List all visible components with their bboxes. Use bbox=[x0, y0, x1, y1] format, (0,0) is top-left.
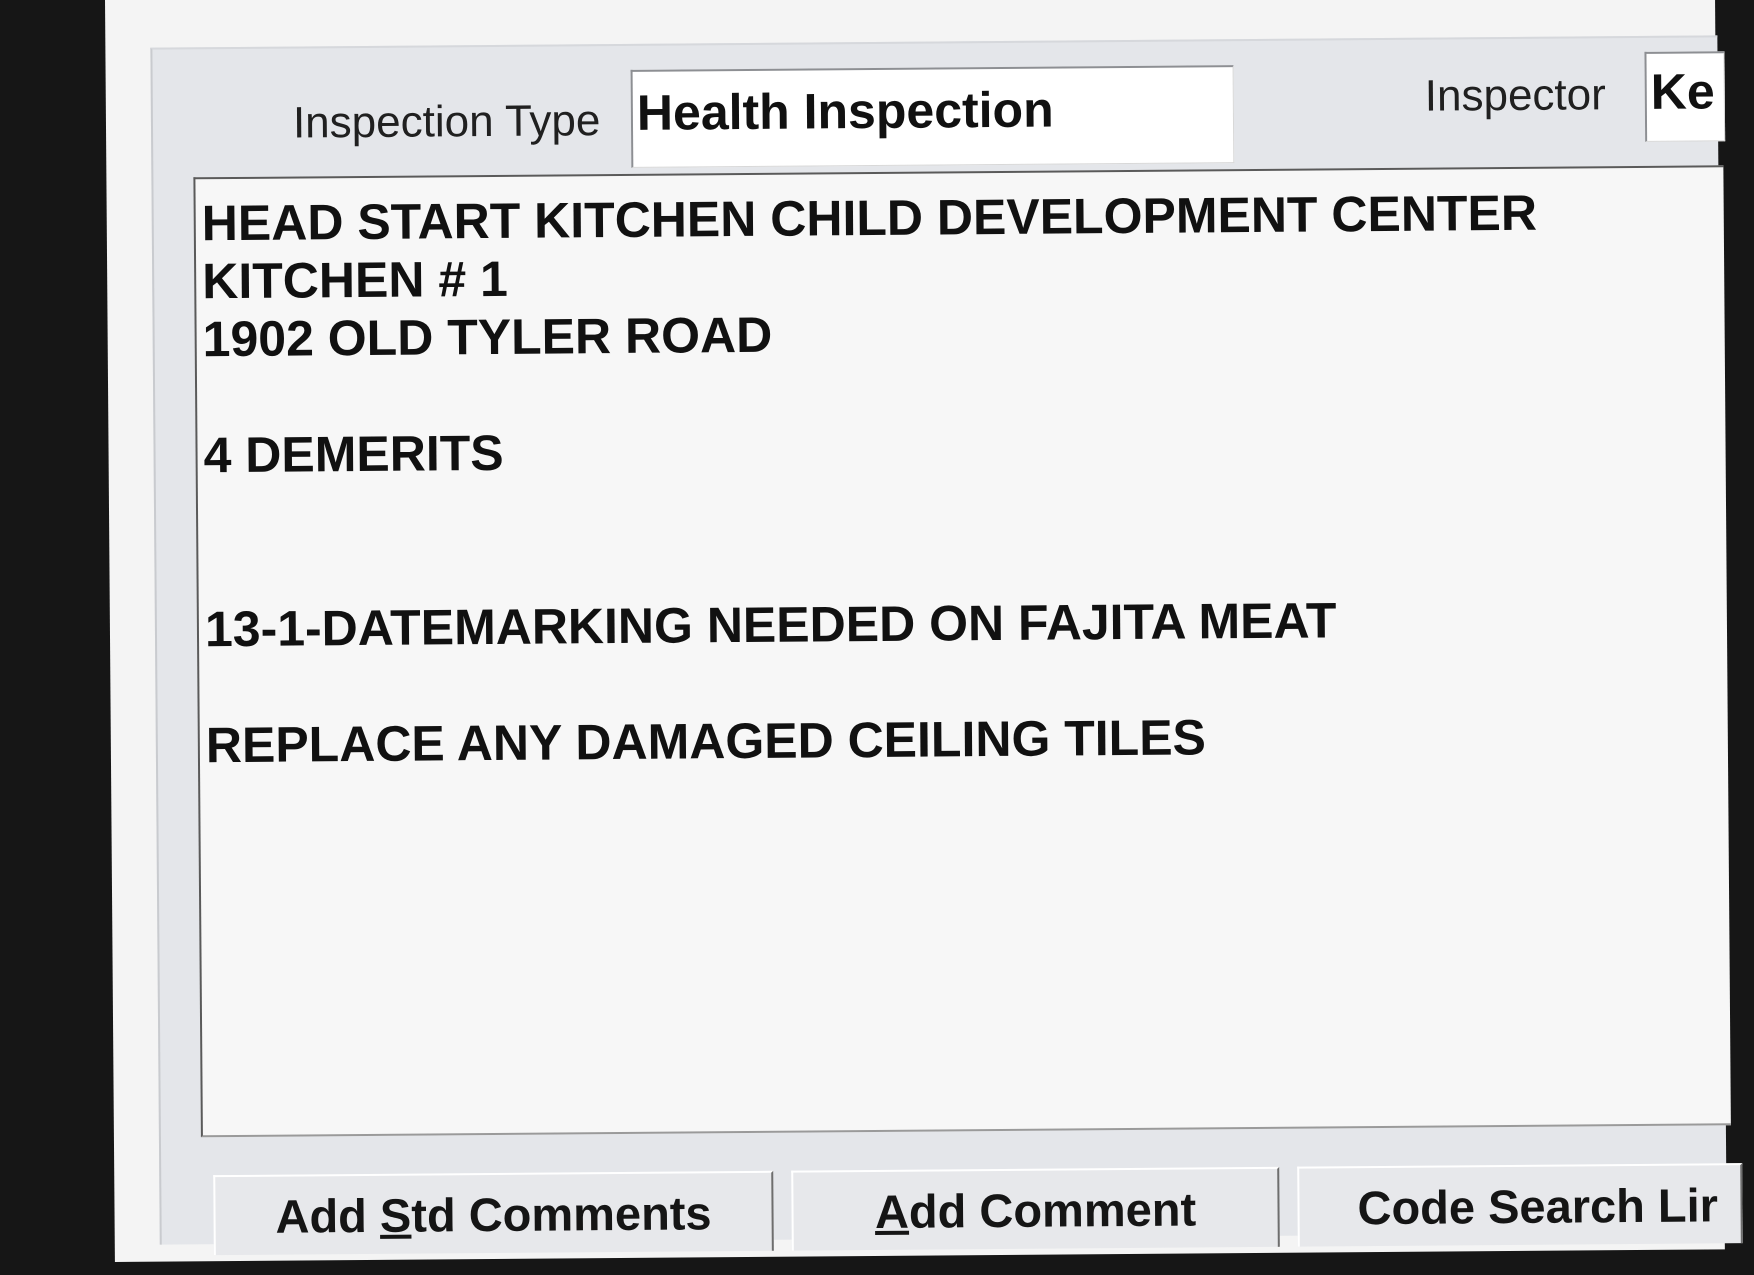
comment-line: HEAD START KITCHEN CHILD DEVELOPMENT CEN… bbox=[201, 184, 1538, 252]
comment-line: REPLACE ANY DAMAGED CEILING TILES bbox=[205, 709, 1207, 774]
add-comment-mnemonic: A bbox=[874, 1184, 910, 1238]
inspection-window: Inspection Type Health Inspection Inspec… bbox=[150, 35, 1743, 1256]
add-comment-label-post: dd Comment bbox=[908, 1181, 1197, 1238]
add-std-comments-label-pre: Add bbox=[275, 1188, 381, 1243]
comments-textarea[interactable]: HEAD START KITCHEN CHILD DEVELOPMENT CEN… bbox=[193, 165, 1731, 1138]
add-comment-button[interactable]: Add Comment bbox=[791, 1166, 1280, 1251]
code-search-button[interactable]: Code Search Lir bbox=[1297, 1163, 1743, 1247]
inspector-field[interactable]: Ke bbox=[1644, 51, 1726, 142]
add-std-comments-label-post: td Comments bbox=[411, 1185, 712, 1242]
inspection-type-label: Inspection Type bbox=[292, 96, 601, 148]
inspector-label: Inspector bbox=[1424, 70, 1606, 121]
scanned-page: Inspection Type Health Inspection Inspec… bbox=[105, 0, 1743, 1262]
add-std-comments-button[interactable]: Add Std Comments bbox=[213, 1170, 774, 1256]
code-search-label: Code Search Lir bbox=[1357, 1177, 1719, 1234]
inspection-type-field[interactable]: Health Inspection bbox=[630, 65, 1235, 168]
add-std-comments-mnemonic: S bbox=[379, 1188, 412, 1242]
